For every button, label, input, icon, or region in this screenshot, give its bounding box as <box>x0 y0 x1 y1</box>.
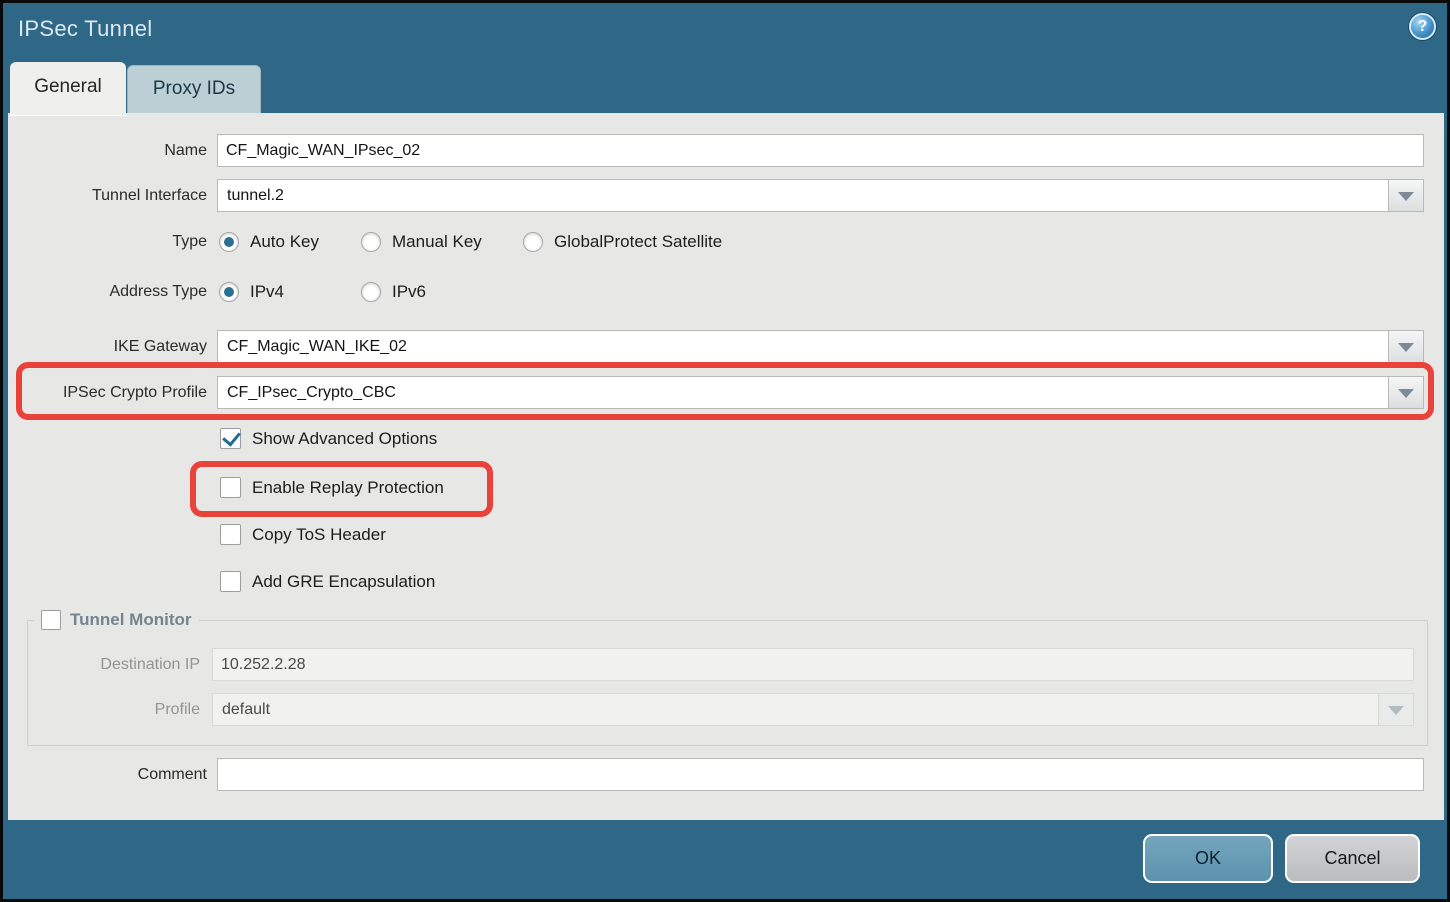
ipsec-crypto-profile-label: IPSec Crypto Profile <box>8 376 207 409</box>
radio-auto-key[interactable]: Auto Key <box>219 232 361 252</box>
chevron-down-icon <box>1388 706 1404 715</box>
radio-ipv6[interactable]: IPv6 <box>361 282 460 302</box>
ok-button[interactable]: OK <box>1143 834 1273 883</box>
tab-general[interactable]: General <box>10 62 126 116</box>
chevron-down-icon <box>1398 389 1414 398</box>
radio-manual-key[interactable]: Manual Key <box>361 232 523 252</box>
tunnel-monitor-label: Tunnel Monitor <box>70 610 192 630</box>
general-tab-panel: Name Tunnel Interface tunnel.2 Type Auto… <box>8 113 1444 820</box>
comment-input[interactable] <box>217 758 1424 791</box>
radio-manual-key-label: Manual Key <box>392 232 482 252</box>
radio-ipv6-control[interactable] <box>361 282 381 302</box>
help-icon[interactable]: ? <box>1409 13 1436 40</box>
profile-dropdown-button <box>1378 694 1413 725</box>
ipsec-crypto-profile-select[interactable]: CF_IPsec_Crypto_CBC <box>217 376 1424 409</box>
radio-ipv4-control[interactable] <box>219 282 239 302</box>
radio-globalprotect-satellite-label: GlobalProtect Satellite <box>554 232 722 252</box>
ike-gateway-label: IKE Gateway <box>8 330 207 363</box>
tunnel-monitor-checkbox[interactable] <box>41 610 61 630</box>
tab-proxy-ids[interactable]: Proxy IDs <box>127 65 261 113</box>
add-gre-encapsulation-checkbox[interactable] <box>220 571 241 592</box>
profile-label: Profile <box>8 693 200 726</box>
type-label: Type <box>8 230 207 254</box>
tunnel-interface-label: Tunnel Interface <box>8 179 207 212</box>
profile-select: default <box>212 693 1414 726</box>
enable-replay-protection-label: Enable Replay Protection <box>252 478 444 498</box>
radio-ipv6-label: IPv6 <box>392 282 426 302</box>
tunnel-interface-dropdown-button[interactable] <box>1388 180 1423 211</box>
cancel-button[interactable]: Cancel <box>1285 834 1420 883</box>
profile-value: default <box>222 694 270 725</box>
copy-tos-header-label: Copy ToS Header <box>252 525 386 545</box>
ipsec-crypto-profile-value: CF_IPsec_Crypto_CBC <box>227 377 396 408</box>
ike-gateway-dropdown-button[interactable] <box>1388 331 1423 362</box>
radio-globalprotect-satellite[interactable]: GlobalProtect Satellite <box>523 232 756 252</box>
tunnel-interface-select[interactable]: tunnel.2 <box>217 179 1424 212</box>
type-radio-group: Auto Key Manual Key GlobalProtect Satell… <box>219 230 756 254</box>
radio-auto-key-label: Auto Key <box>250 232 319 252</box>
destination-ip-label: Destination IP <box>8 648 200 681</box>
ipsec-crypto-profile-dropdown-button[interactable] <box>1388 377 1423 408</box>
show-advanced-options-label: Show Advanced Options <box>252 429 437 449</box>
address-type-label: Address Type <box>8 280 207 304</box>
radio-auto-key-control[interactable] <box>219 232 239 252</box>
tunnel-interface-value: tunnel.2 <box>227 180 284 211</box>
tunnel-monitor-legend: Tunnel Monitor <box>34 609 199 631</box>
dialog-title: IPSec Tunnel <box>18 16 152 42</box>
ipsec-tunnel-dialog: IPSec Tunnel ? General Proxy IDs Name Tu… <box>0 0 1450 902</box>
destination-ip-input <box>212 648 1414 681</box>
chevron-down-icon <box>1398 192 1414 201</box>
show-advanced-options-checkbox[interactable] <box>220 428 241 449</box>
add-gre-encapsulation-label: Add GRE Encapsulation <box>252 572 435 592</box>
name-label: Name <box>8 134 207 167</box>
radio-manual-key-control[interactable] <box>361 232 381 252</box>
radio-ipv4-label: IPv4 <box>250 282 284 302</box>
ike-gateway-value: CF_Magic_WAN_IKE_02 <box>227 331 407 362</box>
radio-globalprotect-satellite-control[interactable] <box>523 232 543 252</box>
ike-gateway-select[interactable]: CF_Magic_WAN_IKE_02 <box>217 330 1424 363</box>
enable-replay-protection-checkbox[interactable] <box>220 477 241 498</box>
tunnel-monitor-fieldset <box>27 620 1428 746</box>
radio-ipv4[interactable]: IPv4 <box>219 282 361 302</box>
copy-tos-header-checkbox[interactable] <box>220 524 241 545</box>
address-type-radio-group: IPv4 IPv6 <box>219 280 460 304</box>
name-input[interactable] <box>217 134 1424 167</box>
chevron-down-icon <box>1398 343 1414 352</box>
comment-label: Comment <box>8 758 207 791</box>
